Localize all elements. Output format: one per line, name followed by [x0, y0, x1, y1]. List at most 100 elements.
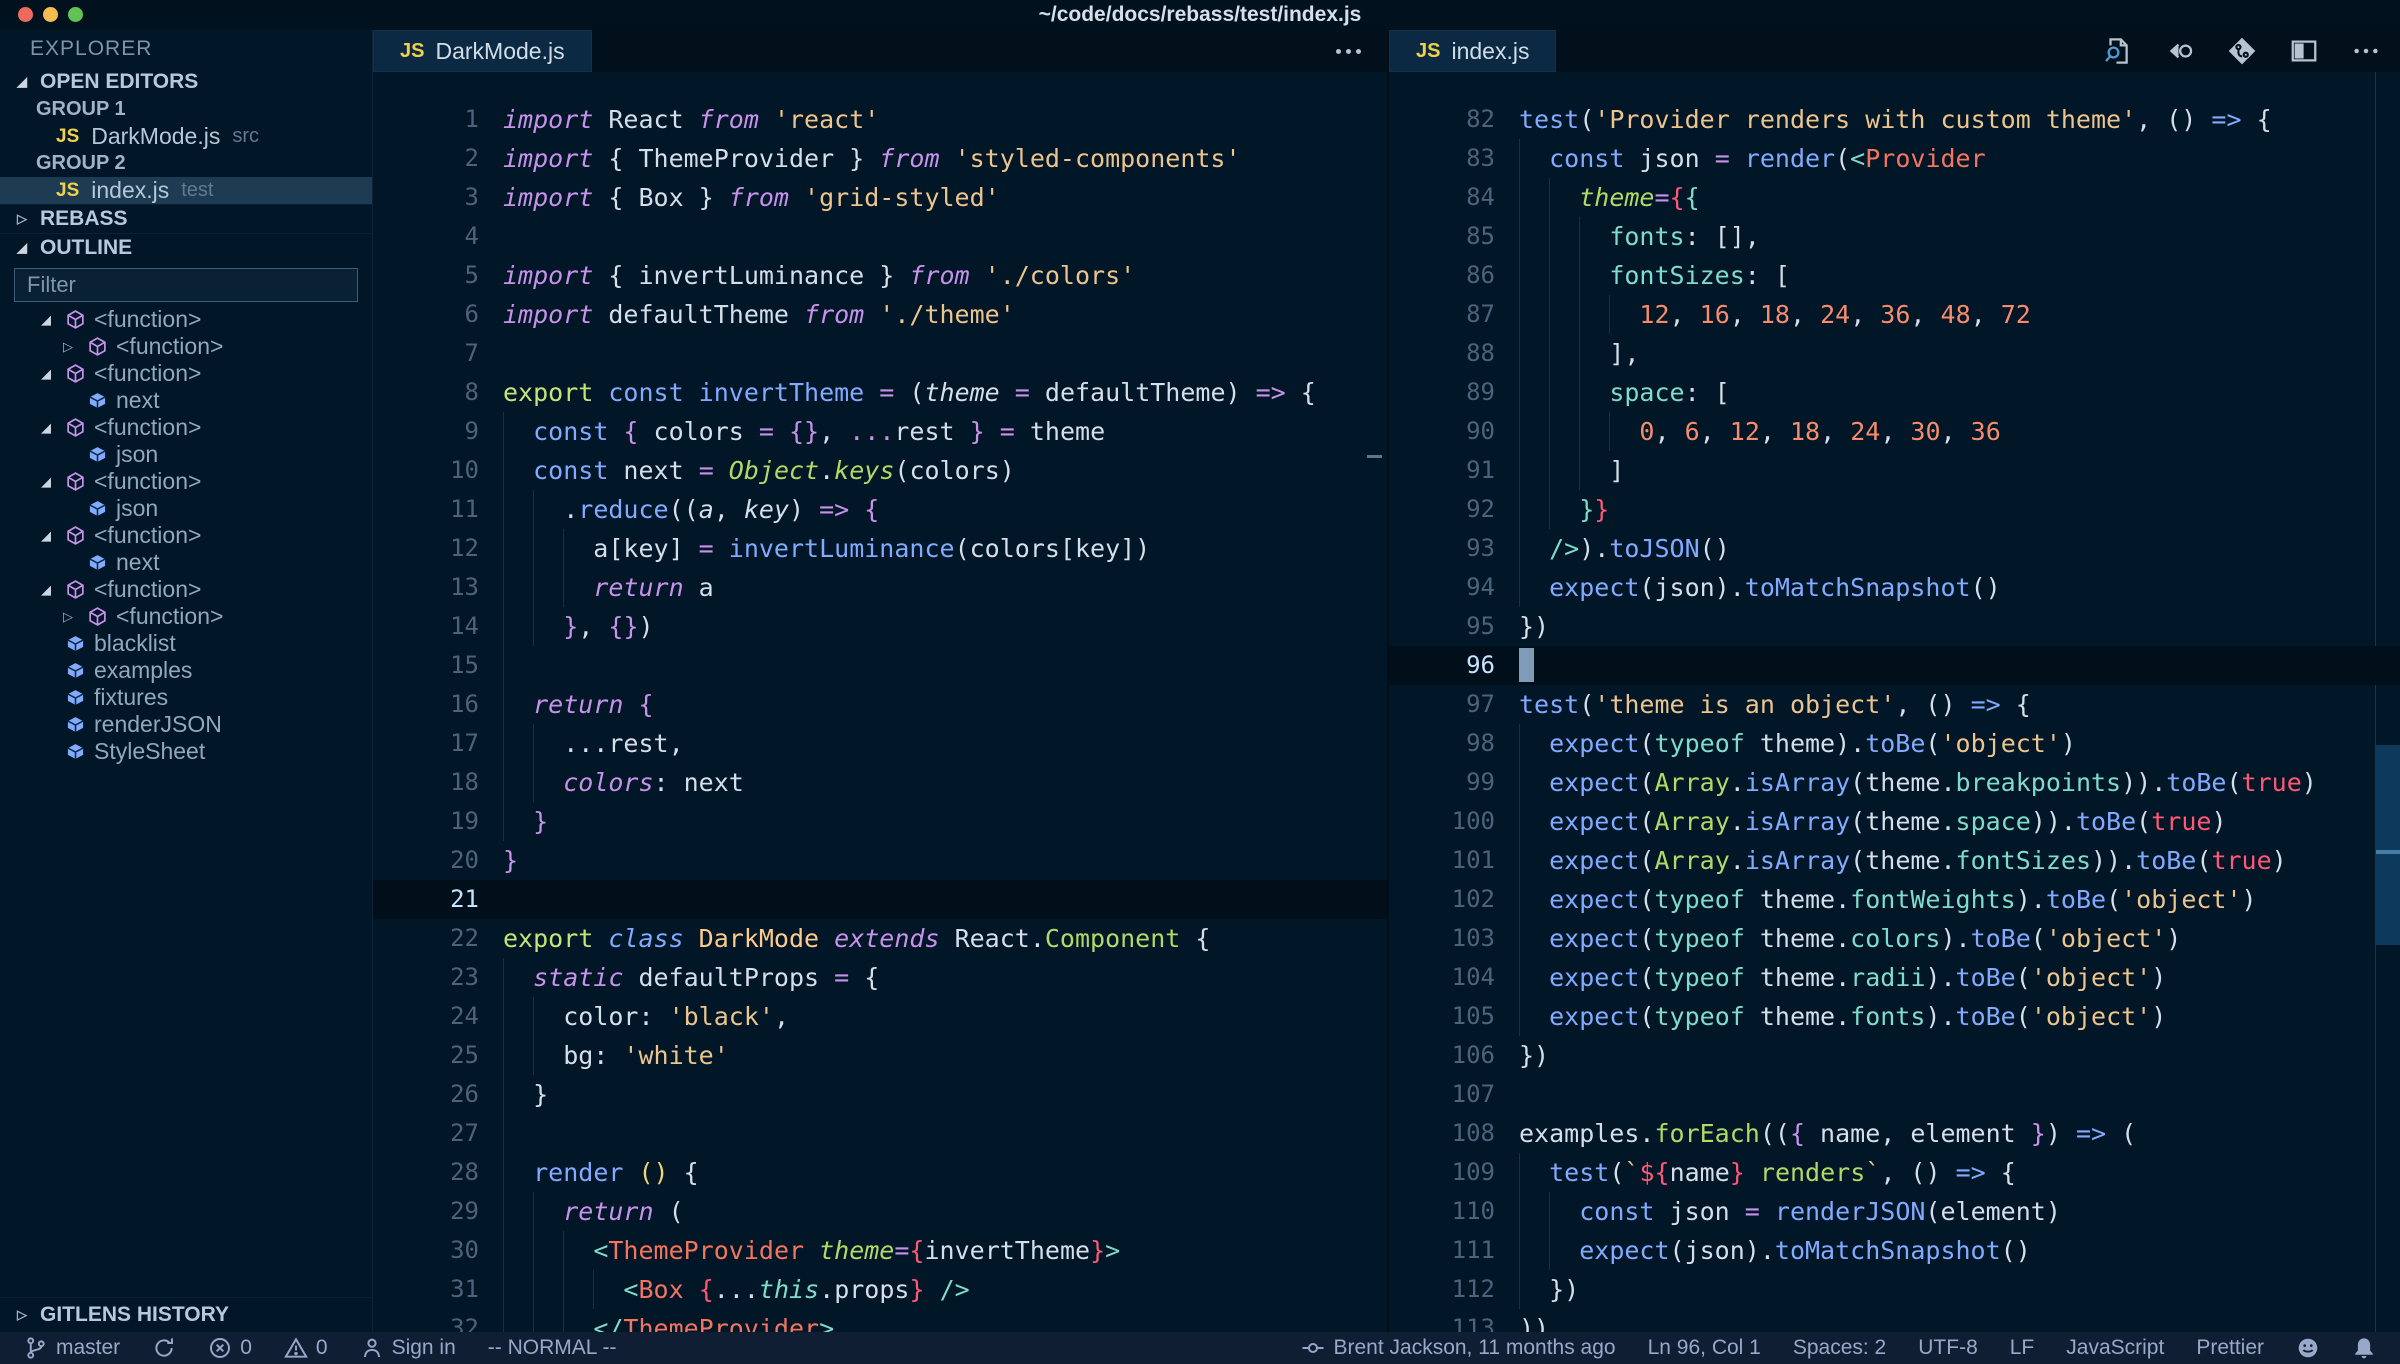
- chevron-expanded-icon: ◢: [36, 528, 56, 544]
- section-gitlens-history[interactable]: ▷ GITLENS HISTORY: [0, 1297, 372, 1332]
- code-line: 108examples.forEach(({ name, element }) …: [1389, 1114, 2400, 1153]
- warning-status-item[interactable]: 0: [284, 1336, 328, 1360]
- tab-index-js[interactable]: JS index.js: [1389, 30, 1556, 72]
- line-number: 87: [1389, 295, 1495, 334]
- outline-item-blacklist[interactable]: blacklist: [0, 630, 372, 657]
- js-file-icon: JS: [56, 180, 79, 202]
- commit-status-item[interactable]: Brent Jackson, 11 months ago: [1301, 1336, 1615, 1360]
- outline-item-function[interactable]: ◢<function>: [0, 414, 372, 441]
- code-line: 8export const invertTheme = (theme = def…: [373, 373, 1387, 412]
- outline-item-StyleSheet[interactable]: StyleSheet: [0, 738, 372, 765]
- outline-label: examples: [94, 657, 192, 684]
- git-branch-status-item[interactable]: master: [24, 1336, 120, 1360]
- more-actions-icon[interactable]: [1336, 30, 1361, 72]
- outline-item-function[interactable]: ◢<function>: [0, 576, 372, 603]
- chevron-collapsed-icon: ▷: [58, 609, 78, 625]
- code-line: 105 expect(typeof theme.fonts).toBe('obj…: [1389, 997, 2400, 1036]
- outline-item-json[interactable]: json: [0, 441, 372, 468]
- split-editor-icon[interactable]: [2288, 35, 2320, 67]
- outline-item-function[interactable]: ▷<function>: [0, 603, 372, 630]
- status-label: LF: [2010, 1336, 2035, 1360]
- line-number: 22: [373, 919, 479, 958]
- outline-label: <function>: [116, 333, 223, 360]
- section-open-editors[interactable]: ◢ OPEN EDITORS: [0, 68, 372, 96]
- right-tab-group: JS index.js: [1387, 30, 2400, 72]
- file-search-icon[interactable]: [2102, 35, 2134, 67]
- status-item[interactable]: Spaces: 2: [1793, 1336, 1886, 1360]
- status-item[interactable]: LF: [2010, 1336, 2035, 1360]
- outline-item-function[interactable]: ◢<function>: [0, 468, 372, 495]
- code-line: 12 a[key] = invertLuminance(colors[key]): [373, 529, 1387, 568]
- function-symbol-icon: [62, 309, 88, 331]
- outline-item-fixtures[interactable]: fixtures: [0, 684, 372, 711]
- status-item[interactable]: Prettier: [2196, 1336, 2264, 1360]
- code-line: 10 const next = Object.keys(colors): [373, 451, 1387, 490]
- status-item[interactable]: UTF-8: [1918, 1336, 1978, 1360]
- window-controls: [18, 7, 83, 22]
- status-item[interactable]: Ln 96, Col 1: [1648, 1336, 1761, 1360]
- error-status-item[interactable]: 0: [208, 1336, 252, 1360]
- variable-symbol-icon: [62, 633, 88, 655]
- code-line: 101 expect(Array.isArray(theme.fontSizes…: [1389, 841, 2400, 880]
- outline-item-examples[interactable]: examples: [0, 657, 372, 684]
- section-outline[interactable]: ◢ OUTLINE: [0, 233, 372, 262]
- outline-item-next[interactable]: next: [0, 549, 372, 576]
- variable-symbol-icon: [84, 390, 110, 412]
- variable-symbol-icon: [84, 552, 110, 574]
- code-line: 20}: [373, 841, 1387, 880]
- close-window-icon[interactable]: [18, 7, 33, 22]
- outline-item-json[interactable]: json: [0, 495, 372, 522]
- outline-item-next[interactable]: next: [0, 387, 372, 414]
- tab-darkmode-js[interactable]: JS DarkMode.js: [373, 30, 592, 72]
- outline-item-function[interactable]: ◢<function>: [0, 522, 372, 549]
- outline-item-function[interactable]: ◢<function>: [0, 360, 372, 387]
- git-icon[interactable]: [2226, 35, 2258, 67]
- sync-icon: [152, 1336, 176, 1360]
- outline-item-function[interactable]: ▷<function>: [0, 333, 372, 360]
- outline-item-renderJSON[interactable]: renderJSON: [0, 711, 372, 738]
- title-bar: ~/code/docs/rebass/test/index.js: [0, 0, 2400, 30]
- code-line: 7: [373, 334, 1387, 373]
- bell-status-item[interactable]: [2352, 1336, 2376, 1360]
- code-line: 29 return (: [373, 1192, 1387, 1231]
- outline-label: next: [116, 549, 159, 576]
- editor-index-js[interactable]: 82test('Provider renders with custom the…: [1387, 72, 2400, 1332]
- line-number: 111: [1389, 1231, 1495, 1270]
- code-line: 102 expect(typeof theme.fontWeights).toB…: [1389, 880, 2400, 919]
- person-status-item[interactable]: Sign in: [360, 1336, 456, 1360]
- code-line: 28 render () {: [373, 1153, 1387, 1192]
- window-title: ~/code/docs/rebass/test/index.js: [1039, 3, 1362, 27]
- outline-label: renderJSON: [94, 711, 222, 738]
- code-line: 83 const json = render(<Provider: [1389, 139, 2400, 178]
- line-number: 101: [1389, 841, 1495, 880]
- code-line: 31 <Box {...this.props} />: [373, 1270, 1387, 1309]
- line-number: 113: [1389, 1309, 1495, 1332]
- left-tab-group: JS DarkMode.js: [373, 30, 1387, 72]
- variable-symbol-icon: [62, 660, 88, 682]
- open-editor-item[interactable]: JSindex.jstest: [0, 177, 372, 204]
- open-editors-group-label: GROUP 2: [0, 150, 372, 177]
- status-item[interactable]: -- NORMAL --: [488, 1336, 617, 1360]
- chevron-expanded-icon: ◢: [12, 74, 32, 90]
- compare-icon[interactable]: [2164, 35, 2196, 67]
- smiley-status-item[interactable]: [2296, 1336, 2320, 1360]
- maximize-window-icon[interactable]: [68, 7, 83, 22]
- editor-darkmode-js[interactable]: 1import React from 'react'2import { Them…: [373, 72, 1387, 1332]
- open-editor-item[interactable]: JSDarkMode.jssrc: [0, 123, 372, 150]
- section-rebass[interactable]: ▷ REBASS: [0, 204, 372, 233]
- code-line: 32 </ThemeProvider>: [373, 1309, 1387, 1332]
- minimize-window-icon[interactable]: [43, 7, 58, 22]
- outline-label: json: [116, 441, 158, 468]
- more-actions-icon[interactable]: [2350, 35, 2382, 67]
- outline-item-function[interactable]: ◢<function>: [0, 306, 372, 333]
- tab-label: DarkMode.js: [435, 38, 564, 65]
- line-number: 108: [1389, 1114, 1495, 1153]
- sync-status-item[interactable]: [152, 1336, 176, 1360]
- outline-filter-input[interactable]: [14, 268, 358, 302]
- status-item[interactable]: JavaScript: [2066, 1336, 2164, 1360]
- code-line: 109 test(`${name} renders`, () => {: [1389, 1153, 2400, 1192]
- variable-symbol-icon: [84, 444, 110, 466]
- status-label: 0: [240, 1336, 252, 1360]
- chevron-collapsed-icon: ▷: [12, 1307, 32, 1323]
- code-line: 4: [373, 217, 1387, 256]
